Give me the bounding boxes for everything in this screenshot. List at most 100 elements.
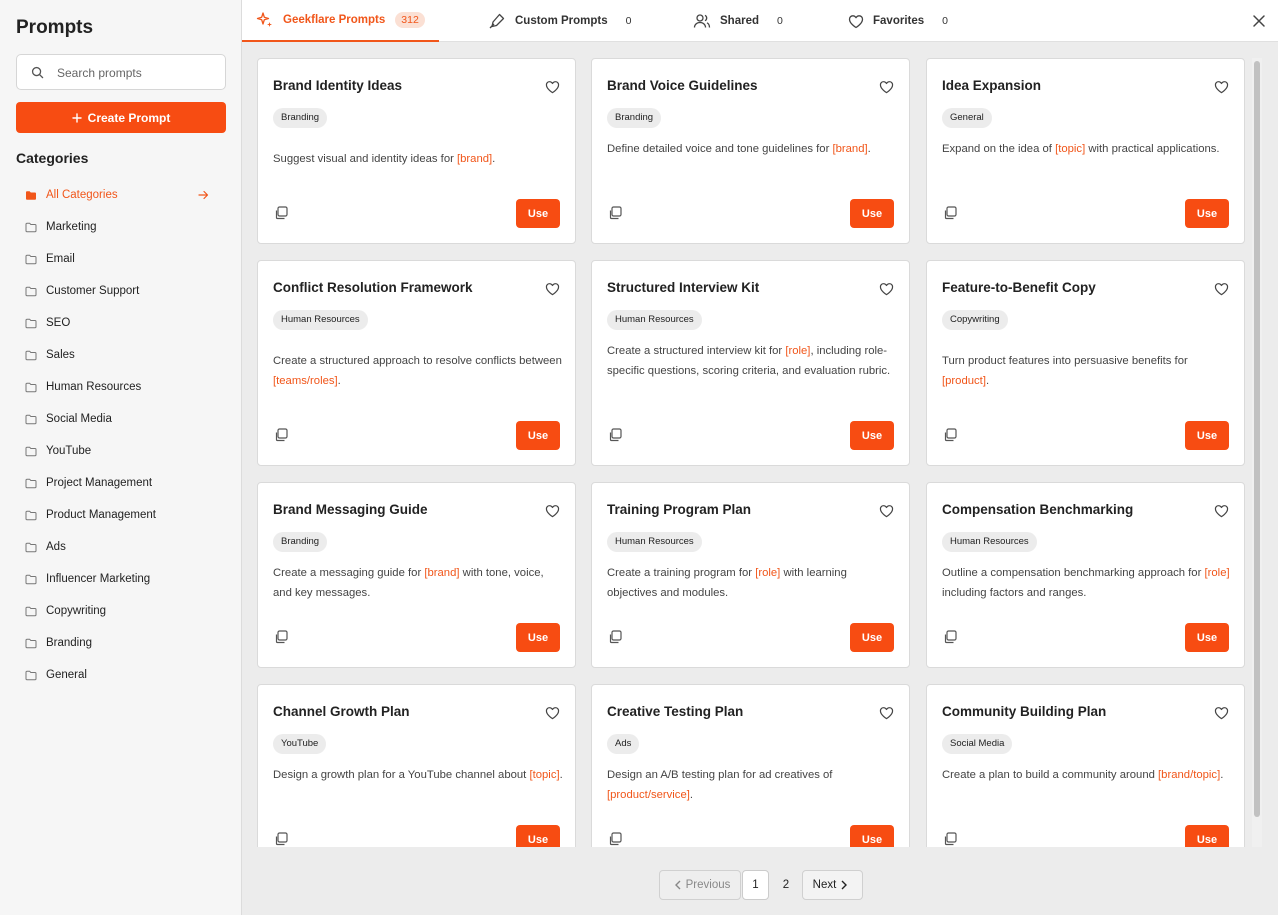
category-item-marketing[interactable]: Marketing: [16, 211, 226, 243]
category-item-all-categories[interactable]: All Categories: [16, 179, 226, 211]
use-button[interactable]: Use: [850, 825, 894, 847]
copy-icon[interactable]: [943, 428, 957, 442]
desc-text: with practical applications.: [1085, 143, 1220, 155]
prompt-card[interactable]: Structured Interview Kit Human Resources C…: [591, 260, 910, 466]
favorite-button[interactable]: [879, 80, 894, 99]
category-list: All Categories Marketing Email Customer Sup…: [16, 179, 226, 691]
scrollbar[interactable]: [1252, 58, 1262, 847]
use-button[interactable]: Use: [850, 421, 894, 450]
favorite-button[interactable]: [1214, 282, 1229, 301]
copy-icon[interactable]: [608, 832, 622, 846]
page-1-button[interactable]: 1: [742, 870, 769, 900]
search-input[interactable]: [57, 63, 217, 83]
use-button[interactable]: Use: [516, 421, 560, 450]
prompt-card[interactable]: Training Program Plan Human Resources Crea…: [591, 482, 910, 668]
category-item-youtube[interactable]: YouTube: [16, 435, 226, 467]
desc-text: .: [867, 143, 871, 155]
category-item-human-resources[interactable]: Human Resources: [16, 371, 226, 403]
category-item-influencer-marketing[interactable]: Influencer Marketing: [16, 563, 226, 595]
tab-favorites[interactable]: Favorites 0: [834, 0, 954, 42]
category-item-sales[interactable]: Sales: [16, 339, 226, 371]
category-item-email[interactable]: Email: [16, 243, 226, 275]
category-item-copywriting[interactable]: Copywriting: [16, 595, 226, 627]
use-button[interactable]: Use: [516, 199, 560, 228]
category-item-product-management[interactable]: Product Management: [16, 499, 226, 531]
desc-text: Define detailed voice and tone guideline…: [607, 143, 833, 155]
card-title: Idea Expansion: [942, 78, 1042, 93]
prompt-card[interactable]: Idea Expansion General Expand on the idea …: [926, 58, 1245, 244]
use-button[interactable]: Use: [1185, 825, 1229, 847]
folder-icon: [25, 254, 37, 264]
next-page-button[interactable]: Next: [802, 870, 863, 900]
category-item-branding[interactable]: Branding: [16, 627, 226, 659]
prompt-card[interactable]: Creative Testing Plan Ads Design an A/B te…: [591, 684, 910, 847]
favorite-button[interactable]: [1214, 504, 1229, 523]
copy-icon[interactable]: [943, 630, 957, 644]
tab-custom-prompts[interactable]: Custom Prompts 0: [474, 0, 638, 42]
prompt-card[interactable]: Compensation Benchmarking Human Resources…: [926, 482, 1245, 668]
favorite-button[interactable]: [545, 504, 560, 523]
tab-count: 0: [942, 15, 948, 27]
pen-icon: [489, 13, 505, 29]
favorite-button[interactable]: [879, 706, 894, 725]
favorite-button[interactable]: [545, 282, 560, 301]
prompt-card[interactable]: Brand Messaging Guide Branding Create a me…: [257, 482, 576, 668]
page-2-button[interactable]: 2: [779, 870, 793, 900]
prompt-card[interactable]: Channel Growth Plan YouTube Design a growt…: [257, 684, 576, 847]
category-item-ads[interactable]: Ads: [16, 531, 226, 563]
copy-icon[interactable]: [274, 206, 288, 220]
previous-page-button[interactable]: Previous: [659, 870, 741, 900]
category-item-customer-support[interactable]: Customer Support: [16, 275, 226, 307]
category-item-social-media[interactable]: Social Media: [16, 403, 226, 435]
favorite-button[interactable]: [1214, 706, 1229, 725]
tab-geekflare-prompts[interactable]: Geekflare Prompts 312: [242, 0, 439, 42]
use-button[interactable]: Use: [1185, 421, 1229, 450]
prompt-card[interactable]: Brand Voice Guidelines Branding Define det…: [591, 58, 910, 244]
search-box[interactable]: [16, 54, 226, 90]
heart-icon: [545, 505, 560, 518]
heart-icon: [1214, 283, 1229, 296]
copy-icon[interactable]: [274, 832, 288, 846]
desc-text: Create a training program for: [607, 567, 756, 579]
prompt-card[interactable]: Brand Identity Ideas Branding Suggest visu…: [257, 58, 576, 244]
close-icon[interactable]: [1252, 14, 1266, 28]
folder-icon: [25, 574, 37, 584]
use-button[interactable]: Use: [1185, 199, 1229, 228]
copy-icon[interactable]: [608, 206, 622, 220]
favorite-button[interactable]: [879, 504, 894, 523]
category-badge: Ads: [607, 734, 640, 754]
variable-placeholder: [brand]: [832, 143, 868, 155]
use-button[interactable]: Use: [516, 623, 560, 652]
category-item-project-management[interactable]: Project Management: [16, 467, 226, 499]
prompt-card[interactable]: Conflict Resolution Framework Human Resou…: [257, 260, 576, 466]
category-item-seo[interactable]: SEO: [16, 307, 226, 339]
variable-placeholder: [role]: [755, 567, 781, 579]
favorite-button[interactable]: [879, 282, 894, 301]
copy-icon[interactable]: [608, 428, 622, 442]
favorite-button[interactable]: [545, 706, 560, 725]
prompt-card[interactable]: Community Building Plan Social Media Creat…: [926, 684, 1245, 847]
create-prompt-button[interactable]: Create Prompt: [16, 102, 226, 133]
use-button[interactable]: Use: [516, 825, 560, 847]
copy-icon[interactable]: [943, 206, 957, 220]
tab-shared[interactable]: Shared 0: [679, 0, 789, 42]
copy-icon[interactable]: [608, 630, 622, 644]
use-button[interactable]: Use: [850, 199, 894, 228]
copy-icon[interactable]: [274, 630, 288, 644]
heart-icon: [879, 707, 894, 720]
favorite-button[interactable]: [1214, 80, 1229, 99]
scrollbar-thumb[interactable]: [1254, 61, 1260, 817]
favorite-button[interactable]: [545, 80, 560, 99]
category-item-general[interactable]: General: [16, 659, 226, 691]
copy-icon[interactable]: [274, 428, 288, 442]
category-label: Social Media: [46, 413, 112, 425]
use-button[interactable]: Use: [1185, 623, 1229, 652]
prompts-app: Prompts Create Prompt Categories All Cat…: [0, 0, 1278, 915]
desc-text: Design a growth plan for a YouTube chann…: [273, 769, 530, 781]
desc-text: including factors and ranges.: [942, 587, 1087, 599]
use-button[interactable]: Use: [850, 623, 894, 652]
variable-placeholder: [topic]: [529, 769, 560, 781]
prompt-card[interactable]: Feature-to-Benefit Copy Copywriting Turn p…: [926, 260, 1245, 466]
copy-icon[interactable]: [943, 832, 957, 846]
category-badge: Social Media: [942, 734, 1013, 754]
